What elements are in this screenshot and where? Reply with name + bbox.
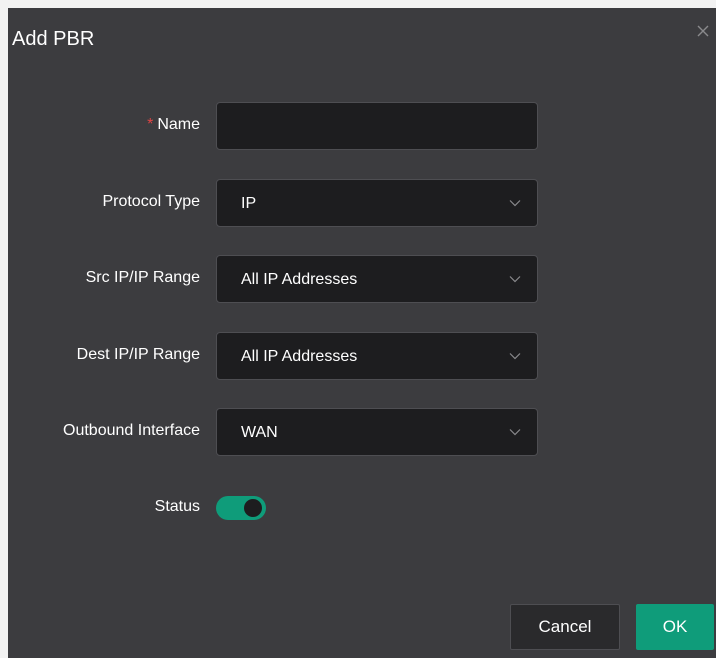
protocol-type-value: IP <box>241 195 257 212</box>
status-toggle[interactable] <box>216 496 266 520</box>
src-ip-select[interactable]: All IP Addresses <box>216 255 538 303</box>
status-label: Status <box>154 498 200 515</box>
name-label-text: Name <box>157 116 200 133</box>
outbound-interface-label: Outbound Interface <box>63 422 200 439</box>
outbound-interface-row: Outbound Interface WAN <box>8 408 716 456</box>
protocol-type-select[interactable]: IP <box>216 179 538 227</box>
name-row: * Name <box>8 102 716 150</box>
src-ip-row: Src IP/IP Range All IP Addresses <box>8 255 716 303</box>
add-pbr-dialog: Add PBR * Name Protocol Type IP Src IP/IP… <box>8 8 716 658</box>
protocol-type-row: Protocol Type IP <box>8 179 716 227</box>
dialog-title: Add PBR <box>12 28 95 50</box>
required-marker: * <box>147 116 154 133</box>
dest-ip-select[interactable]: All IP Addresses <box>216 332 538 380</box>
close-icon[interactable] <box>696 24 710 38</box>
chevron-down-icon <box>509 352 521 360</box>
dest-ip-label: Dest IP/IP Range <box>76 346 200 363</box>
toggle-knob <box>244 499 262 517</box>
name-field[interactable] <box>216 102 538 150</box>
cancel-button[interactable]: Cancel <box>510 604 620 650</box>
src-ip-label: Src IP/IP Range <box>85 269 200 286</box>
name-input[interactable] <box>217 103 537 149</box>
dest-ip-row: Dest IP/IP Range All IP Addresses <box>8 332 716 380</box>
src-ip-value: All IP Addresses <box>241 271 358 288</box>
ok-button[interactable]: OK <box>636 604 714 650</box>
chevron-down-icon <box>509 199 521 207</box>
chevron-down-icon <box>509 275 521 283</box>
outbound-interface-value: WAN <box>241 424 278 441</box>
outbound-interface-select[interactable]: WAN <box>216 408 538 456</box>
dest-ip-value: All IP Addresses <box>241 348 358 365</box>
chevron-down-icon <box>509 428 521 436</box>
name-label: * Name <box>147 116 200 134</box>
protocol-type-label: Protocol Type <box>102 193 200 210</box>
